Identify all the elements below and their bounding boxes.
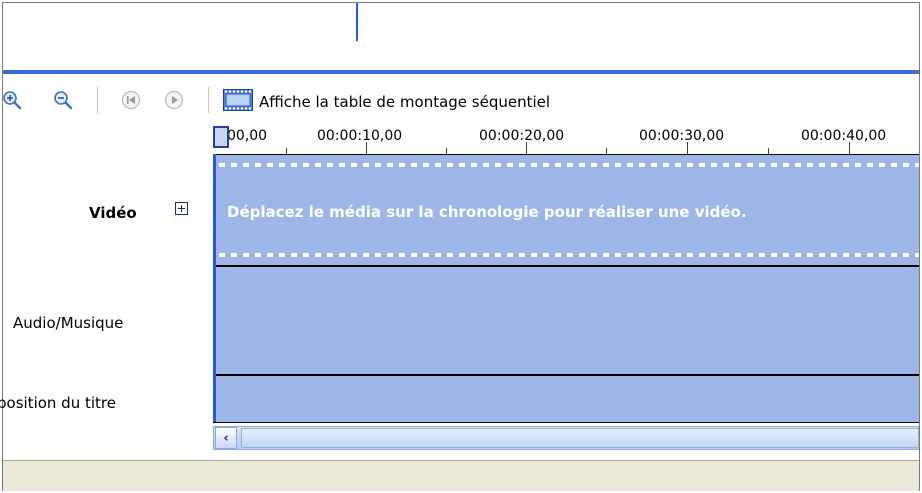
- storyboard-button[interactable]: Affiche la table de montage séquentiel: [223, 89, 551, 115]
- ruler-tick: [768, 148, 769, 154]
- ruler-tick: [687, 142, 688, 154]
- storyboard-label: Affiche la table de montage séquentiel: [259, 93, 551, 111]
- zoom-in-icon[interactable]: [3, 90, 23, 110]
- video-track[interactable]: Déplacez le média sur la chronologie pou…: [213, 155, 919, 267]
- video-track-label: Vidéo: [89, 204, 137, 222]
- ruler-tick-label: 00:00:30,00: [639, 128, 725, 144]
- ruler-tick-label: 00:00:40,00: [801, 128, 887, 144]
- track-labels: Vidéo Audio/Musique position du titre: [0, 120, 213, 460]
- ruler-tick: [526, 142, 527, 154]
- ruler-tick-label: 00:00:20,00: [479, 128, 565, 144]
- ruler-tick: [606, 148, 607, 154]
- scroll-left-button[interactable]: ‹: [215, 427, 237, 449]
- chevron-left-icon: ‹: [223, 430, 229, 446]
- ruler-tick: [286, 148, 287, 154]
- toolbar-separator: [97, 87, 98, 113]
- audio-track[interactable]: [213, 267, 919, 376]
- video-drop-hint: Déplacez le média sur la chronologie pou…: [227, 203, 747, 221]
- status-bar: [3, 460, 919, 491]
- rewind-icon[interactable]: [121, 90, 141, 110]
- title-overlay-track[interactable]: [213, 376, 919, 422]
- play-icon[interactable]: [164, 90, 184, 110]
- scrollbar-thumb[interactable]: [241, 428, 919, 448]
- timeline-toolbar: Affiche la table de montage séquentiel: [3, 74, 919, 120]
- horizontal-scrollbar[interactable]: ‹: [213, 422, 919, 461]
- ruler-tick-label: 00:00:10,00: [317, 128, 403, 144]
- ruler-tick-label: 00,00: [227, 128, 268, 144]
- toolbar-separator: [208, 87, 209, 113]
- time-ruler[interactable]: 00,00 00:00:10,00 00:00:20,00 00:00:30,0…: [213, 124, 919, 155]
- zoom-out-icon[interactable]: [53, 90, 73, 110]
- preview-area: [3, 3, 919, 71]
- timeline: 00,00 00:00:10,00 00:00:20,00 00:00:30,0…: [213, 124, 919, 461]
- ruler-tick: [366, 142, 367, 154]
- ruler-tick: [446, 148, 447, 154]
- timeline-start-edge: [213, 154, 216, 422]
- title-track-label: position du titre: [0, 394, 116, 412]
- preview-cursor: [356, 3, 358, 41]
- ruler-tick: [849, 142, 850, 154]
- film-strip-top: [219, 163, 919, 167]
- playhead[interactable]: [213, 126, 229, 148]
- film-strip-bottom: [219, 253, 919, 257]
- audio-track-label: Audio/Musique: [13, 314, 124, 332]
- expand-plus-icon[interactable]: [175, 202, 188, 215]
- film-strip-icon: [223, 89, 253, 115]
